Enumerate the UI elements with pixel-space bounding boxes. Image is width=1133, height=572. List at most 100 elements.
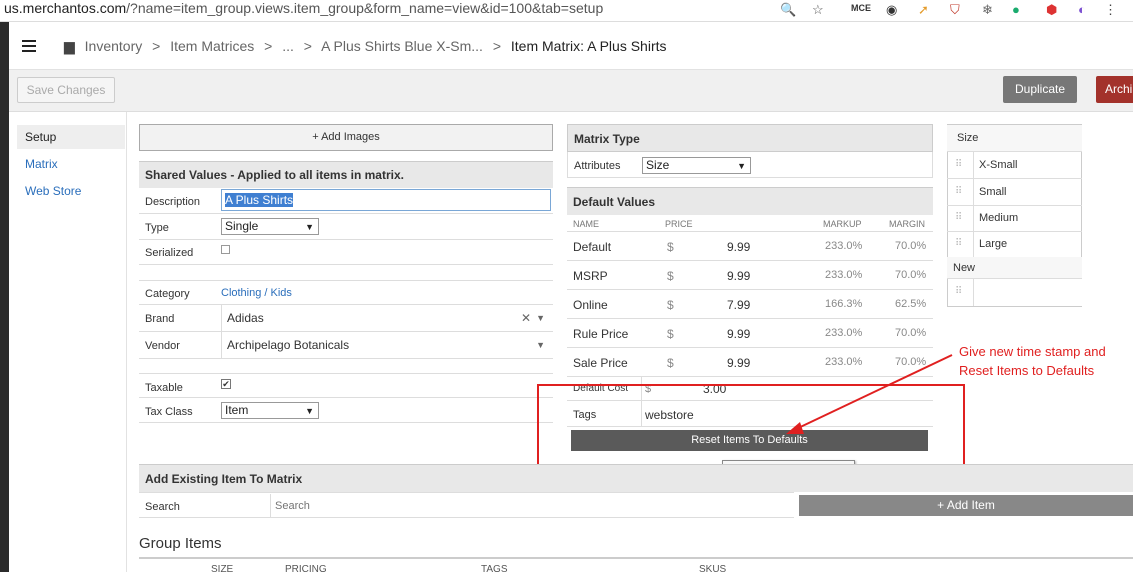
archive-button[interactable]: Archi <box>1096 76 1133 103</box>
currency-symbol: $ <box>667 298 674 312</box>
type-row: Type Single ▼ <box>139 214 553 240</box>
new-size-label: New <box>947 257 1082 279</box>
price-value[interactable]: 9.99 <box>727 327 750 341</box>
price-row-rule-price: Rule Price $ 9.99 233.0% 70.0% <box>567 319 933 348</box>
taxable-row: Taxable ✔ <box>139 373 553 398</box>
description-input[interactable]: A Plus Shirts <box>221 189 551 211</box>
zoom-icon[interactable]: 🔍 <box>780 2 796 18</box>
annotation-arrow-line <box>793 354 953 431</box>
column-header-size[interactable]: SIZE <box>211 564 233 572</box>
column-header-pricing[interactable]: PRICING <box>285 564 327 572</box>
drag-handle-icon[interactable]: ⠿ <box>955 212 962 223</box>
description-row: Description A Plus Shirts <box>139 188 553 214</box>
margin-value[interactable]: 70.0% <box>895 269 926 281</box>
price-value[interactable]: 9.99 <box>727 356 750 370</box>
drag-handle-icon[interactable]: ⠿ <box>955 238 962 249</box>
column-header-tags[interactable]: TAGS <box>481 564 507 572</box>
margin-value[interactable]: 70.0% <box>895 327 926 339</box>
annotation-line-2: Reset Items to Defaults <box>959 363 1095 378</box>
currency-symbol: $ <box>667 327 674 341</box>
save-changes-button[interactable]: Save Changes <box>17 77 115 103</box>
search-input[interactable] <box>270 494 794 517</box>
breadcrumb-inventory[interactable]: Inventory <box>85 38 143 54</box>
price-name: Rule Price <box>573 327 629 341</box>
drag-handle-icon: ⠿ <box>955 286 963 297</box>
nav-item-matrix[interactable]: Matrix <box>17 152 125 176</box>
extension-arrow-icon[interactable]: ➚ <box>918 2 929 18</box>
default-values-column-headers: NAME PRICE MARKUP MARGIN <box>567 215 933 232</box>
new-size-input[interactable] <box>973 279 1082 306</box>
price-value[interactable]: 7.99 <box>727 298 750 312</box>
hamburger-menu-icon[interactable] <box>22 40 36 55</box>
url-text[interactable]: us.merchantos.com/?name=item_group.views… <box>4 0 603 16</box>
add-images-button[interactable]: + Add Images <box>139 124 553 151</box>
nav-item-web-store[interactable]: Web Store <box>17 179 125 203</box>
new-size-row[interactable]: ⠿ <box>947 279 1082 306</box>
taxable-label: Taxable <box>145 382 183 394</box>
vendor-row: Vendor Archipelago Botanicals ▼ <box>139 332 553 359</box>
markup-value[interactable]: 233.0% <box>825 240 862 252</box>
column-header-skus[interactable]: SKUS <box>699 564 726 572</box>
add-existing-item-header: Add Existing Item To Matrix <box>139 464 1133 492</box>
extension-circle-icon[interactable]: ◉ <box>886 2 897 18</box>
serialized-row: Serialized <box>139 240 553 265</box>
menu-dots-icon[interactable]: ⋮ <box>1104 2 1117 18</box>
price-value[interactable]: 9.99 <box>727 269 750 283</box>
inventory-icon: ▆ <box>64 38 75 54</box>
size-item[interactable]: ⠿ Medium <box>947 205 1082 232</box>
currency-symbol: $ <box>667 269 674 283</box>
search-label: Search <box>145 501 180 513</box>
group-items-title: Group Items <box>139 535 222 552</box>
chevron-down-icon[interactable]: ▼ <box>536 332 545 358</box>
size-value[interactable]: Medium <box>973 205 1082 231</box>
tax-class-select[interactable]: Item ▼ <box>221 402 319 419</box>
snowflake-extension-icon[interactable]: ❄ <box>982 2 993 18</box>
markup-value[interactable]: 233.0% <box>825 327 862 339</box>
drag-handle-icon[interactable]: ⠿ <box>955 159 962 170</box>
vendor-label: Vendor <box>145 340 180 352</box>
column-header-price: PRICE <box>665 219 693 229</box>
breadcrumb-item[interactable]: A Plus Shirts Blue X-Sm... <box>321 38 483 54</box>
breadcrumb-item-matrices[interactable]: Item Matrices <box>170 38 254 54</box>
address-bar[interactable]: us.merchantos.com/?name=item_group.views… <box>0 0 1133 22</box>
dropdown-arrow-icon: ▼ <box>305 406 314 416</box>
star-icon[interactable]: ☆ <box>812 2 824 18</box>
currency-symbol: $ <box>667 356 674 370</box>
extension-badge-icon[interactable]: ⬢ <box>1046 2 1057 18</box>
pdf-extension-icon[interactable]: ⛉ <box>950 2 960 18</box>
left-edge-strip <box>0 22 9 572</box>
nav-item-setup[interactable]: Setup <box>17 125 125 149</box>
duplicate-button[interactable]: Duplicate <box>1003 76 1077 103</box>
size-item[interactable]: ⠿ X-Small <box>947 152 1082 179</box>
grammarly-icon[interactable]: ● <box>1012 2 1020 17</box>
taxable-checkbox[interactable]: ✔ <box>221 379 231 389</box>
category-link[interactable]: Clothing / Kids <box>221 287 292 299</box>
clear-icon[interactable]: ✕ <box>521 305 531 331</box>
size-value[interactable]: X-Small <box>973 152 1082 178</box>
size-item[interactable]: ⠿ Small <box>947 179 1082 206</box>
margin-value[interactable]: 62.5% <box>895 298 926 310</box>
type-select[interactable]: Single ▼ <box>221 218 319 235</box>
price-name: Sale Price <box>573 356 628 370</box>
tinymce-extension-icon[interactable]: MCE <box>851 3 871 13</box>
extension-purple-icon[interactable]: ◐ <box>1078 2 1086 17</box>
price-value[interactable]: 9.99 <box>727 240 750 254</box>
size-value[interactable]: Large <box>973 231 1082 257</box>
margin-value[interactable]: 70.0% <box>895 240 926 252</box>
add-item-button[interactable]: + Add Item <box>799 495 1133 516</box>
attributes-value: Size <box>646 158 670 172</box>
size-value[interactable]: Small <box>973 179 1082 205</box>
brand-select[interactable]: Adidas ✕ ▼ <box>221 305 551 331</box>
serialized-checkbox[interactable] <box>221 245 230 254</box>
markup-value[interactable]: 166.3% <box>825 298 862 310</box>
size-item[interactable]: ⠿ Large <box>947 231 1082 258</box>
attributes-row: Attributes Size ▼ <box>567 152 933 178</box>
attributes-select[interactable]: Size ▼ <box>642 157 751 174</box>
vendor-select[interactable]: Archipelago Botanicals ▼ <box>221 332 551 358</box>
breadcrumb-ellipsis[interactable]: ... <box>282 38 294 54</box>
chevron-down-icon[interactable]: ▼ <box>536 305 545 331</box>
drag-handle-icon[interactable]: ⠿ <box>955 186 962 197</box>
column-header-margin: MARGIN <box>889 219 925 229</box>
shared-values-header: Shared Values - Applied to all items in … <box>139 161 553 188</box>
markup-value[interactable]: 233.0% <box>825 269 862 281</box>
